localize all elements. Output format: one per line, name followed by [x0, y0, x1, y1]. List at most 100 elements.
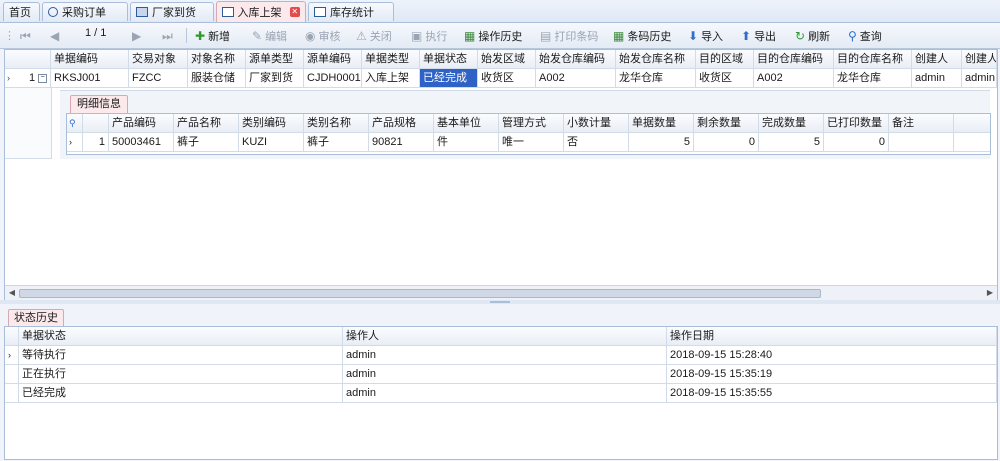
close-button[interactable]: ⚠ 关闭 — [356, 27, 392, 44]
table-row[interactable]: › 等待执行 admin 2018-09-15 15:28:40 — [5, 346, 997, 365]
column-header[interactable]: 产品编码 — [109, 114, 174, 133]
cell-trade-partner[interactable]: FZCC — [129, 69, 188, 88]
close-icon[interactable]: ✕ — [289, 7, 300, 17]
cell-origin-wh-code[interactable]: A002 — [536, 69, 616, 88]
last-page-button[interactable]: ⏭ — [162, 27, 173, 44]
column-header[interactable]: 创建人 — [962, 50, 997, 69]
row-indicator[interactable]: › 1 − — [5, 69, 51, 88]
scroll-left-icon[interactable]: ◀ — [5, 286, 19, 300]
cell-category-name[interactable]: 裤子 — [304, 133, 369, 152]
cell-base-unit[interactable]: 件 — [434, 133, 499, 152]
column-header[interactable]: 单据编码 — [51, 50, 129, 69]
tab-vendor-arrival[interactable]: 厂家到货 — [130, 2, 214, 21]
cell-product-name[interactable]: 裤子 — [174, 133, 239, 152]
column-header[interactable]: 源单编码 — [304, 50, 362, 69]
row-indicator[interactable]: › — [67, 133, 83, 152]
column-header[interactable]: 单据数量 — [629, 114, 694, 133]
operation-history-button[interactable]: ▦ 操作历史 — [464, 27, 522, 44]
column-header[interactable]: 目的仓库编码 — [754, 50, 834, 69]
column-header[interactable]: 产品规格 — [369, 114, 434, 133]
cell-doc-status[interactable]: 已经完成 — [420, 69, 478, 88]
cell-remark[interactable] — [889, 133, 954, 152]
column-header[interactable]: 操作人 — [343, 327, 667, 346]
cell-origin-wh-name[interactable]: 龙华仓库 — [616, 69, 696, 88]
column-header[interactable]: 备注 — [889, 114, 954, 133]
tab-detail-info[interactable]: 明细信息 — [70, 95, 128, 114]
panel-splitter[interactable] — [0, 300, 1000, 304]
cell-operate-date[interactable]: 2018-09-15 15:28:40 — [667, 346, 997, 365]
column-header[interactable]: 已打印数量 — [824, 114, 889, 133]
column-header[interactable]: 单据类型 — [362, 50, 420, 69]
cell-operator[interactable]: admin — [343, 346, 667, 365]
column-header[interactable]: 单据状态 — [420, 50, 478, 69]
refresh-button[interactable]: ↻ 刷新 — [795, 27, 830, 44]
column-header[interactable]: 目的仓库名称 — [834, 50, 912, 69]
cell-product-spec[interactable]: 90821 — [369, 133, 434, 152]
edit-button[interactable]: ✎ 编辑 — [252, 27, 287, 44]
cell-operator[interactable]: admin — [343, 365, 667, 384]
prev-page-button[interactable]: ◀ — [50, 27, 59, 44]
tab-home[interactable]: 首页 — [3, 2, 40, 21]
column-header[interactable]: 操作日期 — [667, 327, 997, 346]
search-button[interactable]: ⚲ 查询 — [848, 27, 882, 44]
column-header[interactable]: 始发仓库名称 — [616, 50, 696, 69]
tab-purchase-order[interactable]: 采购订单 — [42, 2, 128, 21]
row-indicator[interactable] — [5, 365, 19, 384]
cell-status[interactable]: 正在执行 — [19, 365, 343, 384]
print-barcode-button[interactable]: ▤ 打印条码 — [540, 27, 598, 44]
cell-creator[interactable]: admin — [912, 69, 962, 88]
execute-button[interactable]: ▣ 执行 — [411, 27, 447, 44]
scroll-right-icon[interactable]: ▶ — [983, 286, 997, 300]
cell-completed-qty[interactable]: 5 — [759, 133, 824, 152]
cell-printed-qty[interactable]: 0 — [824, 133, 889, 152]
column-header[interactable]: 单据状态 — [19, 327, 343, 346]
column-header[interactable]: 源单类型 — [246, 50, 304, 69]
column-header[interactable]: 小数计量 — [564, 114, 629, 133]
column-header[interactable]: 创建人 — [912, 50, 962, 69]
column-header[interactable]: 基本单位 — [434, 114, 499, 133]
first-page-button[interactable]: ⏮ — [20, 27, 31, 44]
audit-button[interactable]: ◉ 审核 — [305, 27, 340, 44]
column-header[interactable]: 类别名称 — [304, 114, 369, 133]
scrollbar-thumb[interactable] — [19, 289, 821, 298]
cell-product-code[interactable]: 50003461 — [109, 133, 174, 152]
column-header[interactable]: 始发区域 — [478, 50, 536, 69]
cell-operator[interactable]: admin — [343, 384, 667, 403]
cell-source-code[interactable]: CJDH0001 — [304, 69, 362, 88]
cell-doc-qty[interactable]: 5 — [629, 133, 694, 152]
cell-manage-mode[interactable]: 唯一 — [499, 133, 564, 152]
column-header[interactable]: 剩余数量 — [694, 114, 759, 133]
cell-status[interactable]: 已经完成 — [19, 384, 343, 403]
cell-origin-area[interactable]: 收货区 — [478, 69, 536, 88]
cell-category-code[interactable]: KUZI — [239, 133, 304, 152]
column-header[interactable]: 完成数量 — [759, 114, 824, 133]
row-indicator[interactable]: › — [5, 346, 19, 365]
table-row[interactable]: › 1 50003461 裤子 KUZI 裤子 90821 件 唯一 否 5 0… — [67, 133, 990, 152]
cell-source-type[interactable]: 厂家到货 — [246, 69, 304, 88]
column-header[interactable]: 对象名称 — [188, 50, 246, 69]
table-row[interactable]: 已经完成 admin 2018-09-15 15:35:55 — [5, 384, 997, 403]
column-header[interactable]: 产品名称 — [174, 114, 239, 133]
detail-search-cell[interactable]: ⚲ — [67, 114, 83, 133]
cell-creator-2[interactable]: admin — [962, 69, 997, 88]
export-button[interactable]: ⬆ 导出 — [741, 27, 776, 44]
cell-dest-wh-name[interactable]: 龙华仓库 — [834, 69, 912, 88]
barcode-history-button[interactable]: ▦ 条码历史 — [613, 27, 671, 44]
cell-doc-code[interactable]: RKSJ001 — [51, 69, 129, 88]
column-header[interactable]: 始发仓库编码 — [536, 50, 616, 69]
cell-partner-name[interactable]: 服装仓储 — [188, 69, 246, 88]
import-button[interactable]: ⬇ 导入 — [688, 27, 723, 44]
table-row[interactable]: › 1 − RKSJ001 FZCC 服装仓储 厂家到货 CJDH0001 入库… — [5, 69, 997, 88]
tab-putaway[interactable]: 入库上架 ✕ — [216, 1, 306, 22]
cell-operate-date[interactable]: 2018-09-15 15:35:55 — [667, 384, 997, 403]
collapse-icon[interactable]: − — [38, 73, 48, 83]
cell-dest-wh-code[interactable]: A002 — [754, 69, 834, 88]
cell-doc-type[interactable]: 入库上架 — [362, 69, 420, 88]
column-header[interactable]: 类别编码 — [239, 114, 304, 133]
cell-remaining-qty[interactable]: 0 — [694, 133, 759, 152]
add-button[interactable]: ✚ 新增 — [195, 27, 230, 44]
horizontal-scrollbar[interactable]: ◀ ▶ — [5, 285, 997, 300]
column-header[interactable]: 目的区域 — [696, 50, 754, 69]
row-indicator[interactable] — [5, 384, 19, 403]
cell-operate-date[interactable]: 2018-09-15 15:35:19 — [667, 365, 997, 384]
